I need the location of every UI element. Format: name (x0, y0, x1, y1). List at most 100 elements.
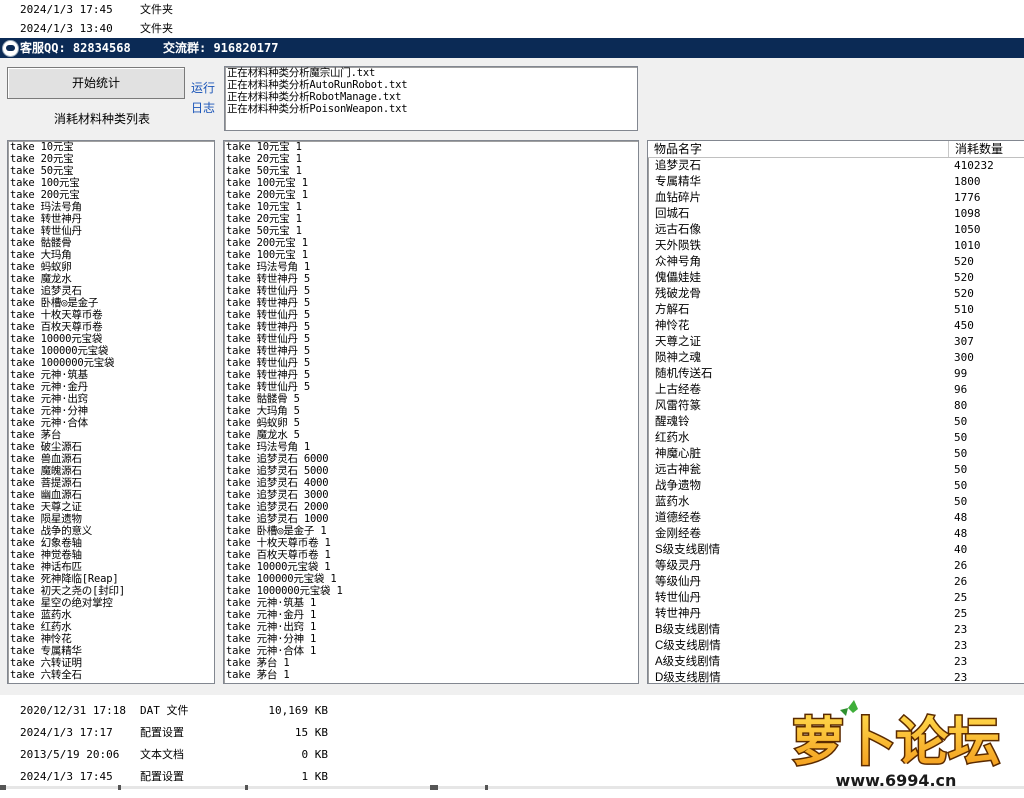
material-detail-item[interactable]: take 转世神丹 5 (224, 345, 638, 357)
table-row[interactable]: 战争遗物 50 (648, 478, 1024, 494)
material-type-item[interactable]: take 100元宝 (8, 177, 214, 189)
material-type-item[interactable]: take 专属精华 (8, 645, 214, 657)
material-type-item[interactable]: take 骷髅骨 (8, 237, 214, 249)
table-row[interactable]: 神魔心脏 50 (648, 446, 1024, 462)
material-detail-item[interactable]: take 100元宝 1 (224, 177, 638, 189)
table-row[interactable]: 随机传送石 99 (648, 366, 1024, 382)
material-types-list[interactable]: take 10元宝 take 20元宝 take 50元宝 take 100元宝 tak… (7, 140, 215, 684)
material-type-item[interactable]: take 神怜花 (8, 633, 214, 645)
column-header-item-name[interactable]: 物品名字 (648, 141, 949, 157)
material-detail-item[interactable]: take 元神·出窍 1 (224, 621, 638, 633)
table-row[interactable]: 等级灵丹 26 (648, 558, 1024, 574)
log-line[interactable]: 正在材料种类分析AutoRunRobot.txt (225, 79, 637, 91)
material-type-item[interactable]: take 幻象卷轴 (8, 537, 214, 549)
material-type-item[interactable]: take 幽血源石 (8, 489, 214, 501)
material-type-item[interactable]: take 200元宝 (8, 189, 214, 201)
table-row[interactable]: 残破龙骨 520 (648, 286, 1024, 302)
material-detail-item[interactable]: take 100000元宝袋 1 (224, 573, 638, 585)
material-detail-item[interactable]: take 追梦灵石 5000 (224, 465, 638, 477)
material-type-item[interactable]: take 天尊之证 (8, 501, 214, 513)
table-row[interactable]: 金刚经卷 48 (648, 526, 1024, 542)
material-detail-item[interactable]: take 元神·筑基 1 (224, 597, 638, 609)
material-detail-item[interactable]: take 元神·分神 1 (224, 633, 638, 645)
material-type-item[interactable]: take 元神·筑基 (8, 369, 214, 381)
material-detail-item[interactable]: take 追梦灵石 6000 (224, 453, 638, 465)
material-type-item[interactable]: take 神觉卷轴 (8, 549, 214, 561)
material-type-item[interactable]: take 红药水 (8, 621, 214, 633)
material-detail-item[interactable]: take 10元宝 1 (224, 201, 638, 213)
table-row[interactable]: 转世仙丹 25 (648, 590, 1024, 606)
table-row[interactable]: 红药水 50 (648, 430, 1024, 446)
material-type-item[interactable]: take 星空の绝对掌控 (8, 597, 214, 609)
material-type-item[interactable]: take 10000元宝袋 (8, 333, 214, 345)
material-type-item[interactable]: take 元神·金丹 (8, 381, 214, 393)
material-detail-item[interactable]: take 转世神丹 5 (224, 273, 638, 285)
material-detail-item[interactable]: take 百枚天尊币卷 1 (224, 549, 638, 561)
material-detail-item[interactable]: take 50元宝 1 (224, 165, 638, 177)
table-row[interactable]: A级支线剧情 23 (648, 654, 1024, 670)
material-type-item[interactable]: take 陨星遗物 (8, 513, 214, 525)
material-detail-item[interactable]: take 转世仙丹 5 (224, 285, 638, 297)
material-detail-item[interactable]: take 100元宝 1 (224, 249, 638, 261)
material-detail-item[interactable]: take 200元宝 1 (224, 237, 638, 249)
material-type-item[interactable]: take 转世仙丹 (8, 225, 214, 237)
material-detail-item[interactable]: take 元神·金丹 1 (224, 609, 638, 621)
material-detail-item[interactable]: take 大玛角 5 (224, 405, 638, 417)
material-detail-item[interactable]: take 玛法号角 1 (224, 441, 638, 453)
material-type-item[interactable]: take 50元宝 (8, 165, 214, 177)
material-detail-item[interactable]: take 追梦灵石 3000 (224, 489, 638, 501)
material-type-item[interactable]: take 元神·出窍 (8, 393, 214, 405)
start-statistics-button[interactable]: 开始统计 (7, 67, 185, 99)
table-row[interactable]: 傀儡娃娃 520 (648, 270, 1024, 286)
material-detail-item[interactable]: take 蚂蚁卵 5 (224, 417, 638, 429)
material-type-item[interactable]: take 菩提源石 (8, 477, 214, 489)
table-row[interactable]: B级支线剧情 23 (648, 622, 1024, 638)
table-row[interactable]: 蓝药水 50 (648, 494, 1024, 510)
log-line[interactable]: 正在材料种类分析PoisonWeapon.txt (225, 103, 637, 115)
material-type-item[interactable]: take 10元宝 (8, 141, 214, 153)
material-type-item[interactable]: take 元神·分神 (8, 405, 214, 417)
table-row[interactable]: D级支线剧情 23 (648, 670, 1024, 683)
material-detail-list[interactable]: take 10元宝 1 take 20元宝 1 take 50元宝 1 take 10… (223, 140, 639, 684)
table-row[interactable]: 转世神丹 25 (648, 606, 1024, 622)
material-detail-item[interactable]: take 玛法号角 1 (224, 261, 638, 273)
table-row[interactable]: 专属精华 1800 (648, 174, 1024, 190)
material-detail-item[interactable]: take 元神·合体 1 (224, 645, 638, 657)
material-type-item[interactable]: take 十枚天尊币卷 (8, 309, 214, 321)
material-type-item[interactable]: take 魔魄源石 (8, 465, 214, 477)
material-type-item[interactable]: take 死神降临[Reap] (8, 573, 214, 585)
material-type-item[interactable]: take 蓝药水 (8, 609, 214, 621)
material-type-item[interactable]: take 六转全石 (8, 669, 214, 681)
material-type-item[interactable]: take 100000元宝袋 (8, 345, 214, 357)
material-detail-item[interactable]: take 转世仙丹 5 (224, 381, 638, 393)
log-line[interactable]: 正在材料种类分析RobotManage.txt (225, 91, 637, 103)
material-type-item[interactable]: take 转世神丹 (8, 213, 214, 225)
material-detail-item[interactable]: take 追梦灵石 4000 (224, 477, 638, 489)
material-type-item[interactable]: take 元神·合体 (8, 417, 214, 429)
material-type-item[interactable]: take 战争的意义 (8, 525, 214, 537)
material-type-item[interactable]: take 六转证明 (8, 657, 214, 669)
table-row[interactable]: 远古石像 1050 (648, 222, 1024, 238)
material-detail-item[interactable]: take 魔龙水 5 (224, 429, 638, 441)
material-detail-item[interactable]: take 20元宝 1 (224, 153, 638, 165)
material-detail-item[interactable]: take 50元宝 1 (224, 225, 638, 237)
table-row[interactable]: 陨神之魂 300 (648, 350, 1024, 366)
material-detail-item[interactable]: take 骷髅骨 5 (224, 393, 638, 405)
material-type-item[interactable]: take 初天之尧の[封印] (8, 585, 214, 597)
table-row[interactable]: 血钻碎片 1776 (648, 190, 1024, 206)
material-type-item[interactable]: take 百枚天尊币卷 (8, 321, 214, 333)
table-row[interactable]: 方解石 510 (648, 302, 1024, 318)
column-header-count[interactable]: 消耗数量 (949, 141, 1024, 157)
material-type-item[interactable]: take 1000000元宝袋 (8, 357, 214, 369)
material-detail-item[interactable]: take 转世仙丹 5 (224, 333, 638, 345)
material-type-item[interactable]: take 神话布匹 (8, 561, 214, 573)
material-type-item[interactable]: take 魔龙水 (8, 273, 214, 285)
material-type-item[interactable]: take 玛法号角 (8, 201, 214, 213)
material-detail-item[interactable]: take 20元宝 1 (224, 213, 638, 225)
table-row[interactable]: 天尊之证 307 (648, 334, 1024, 350)
table-row[interactable]: C级支线剧情 23 (648, 638, 1024, 654)
table-row[interactable]: 回城石 1098 (648, 206, 1024, 222)
material-type-item[interactable]: take 兽血源石 (8, 453, 214, 465)
table-row[interactable]: 天外陨铁 1010 (648, 238, 1024, 254)
table-row[interactable]: S级支线剧情 40 (648, 542, 1024, 558)
